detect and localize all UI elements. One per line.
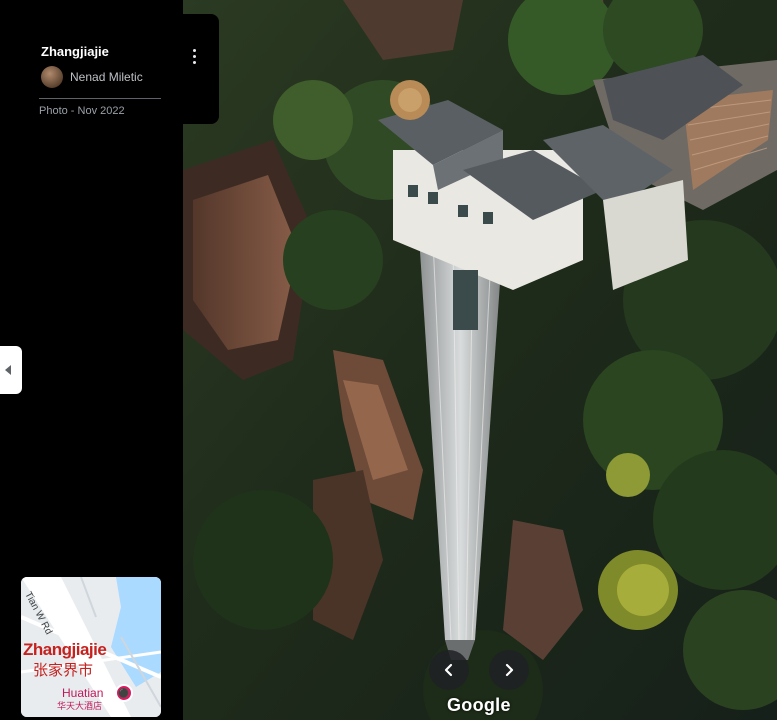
road-label: Tian W Rd [22,590,55,637]
photo-info-card: Zhangjiajie Nenad Miletic Photo - Nov 20… [0,14,219,124]
google-logo: Google [447,695,511,715]
hotel-label-cn: 华天大酒店 [57,701,103,711]
aerial-photo [183,0,777,720]
previous-photo-button[interactable] [429,650,469,690]
collapse-panel-button[interactable] [0,346,22,394]
place-title[interactable]: Zhangjiajie [41,44,109,59]
hotel-bed-icon[interactable]: ⚫ [115,684,133,702]
chevron-right-icon [505,663,514,677]
photo-date: Photo - Nov 2022 [39,105,125,117]
chevron-left-icon [444,663,453,677]
minimap[interactable]: Tian W Rd Zhangjiajie 张家界市 Huatian 华天大酒店… [21,577,161,717]
kebab-vertical-icon[interactable] [186,46,202,66]
author-name[interactable]: Nenad Miletic [70,70,143,84]
next-photo-button[interactable] [489,650,529,690]
photo-viewer[interactable] [183,0,777,720]
hotel-label: Huatian [62,686,104,700]
caret-left-icon [5,365,11,375]
author-avatar[interactable] [41,66,63,88]
card-divider [39,98,161,99]
city-label-cn: 张家界市 [33,662,94,679]
city-label: Zhangjiajie [23,640,107,659]
